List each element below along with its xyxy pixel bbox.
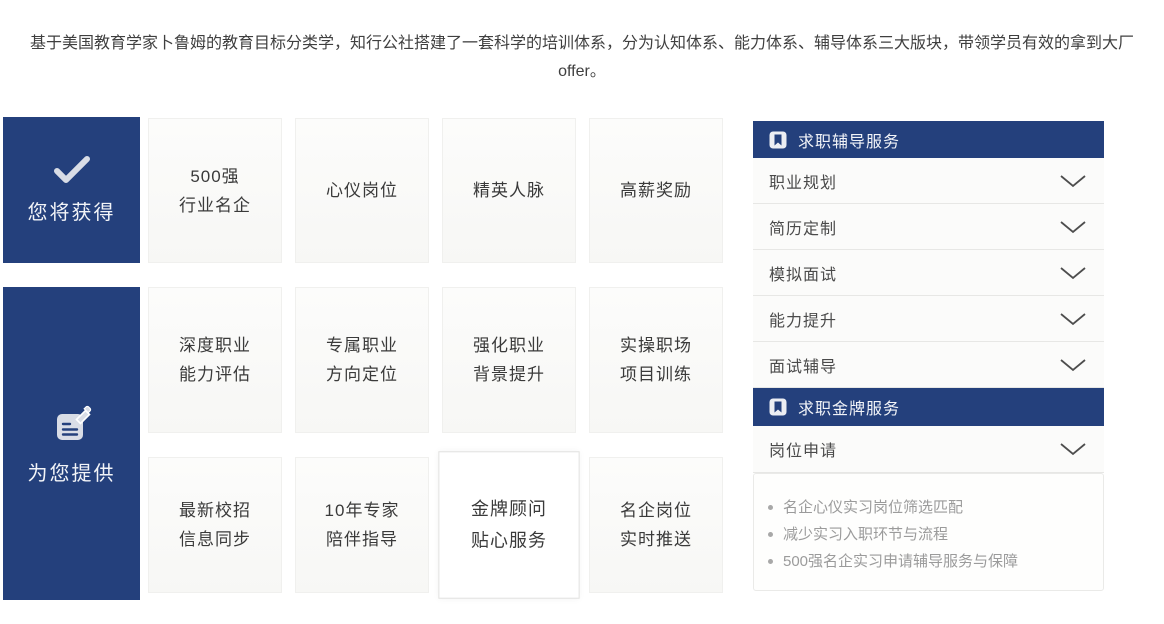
accordion-label: 岗位申请 [769, 437, 837, 461]
chevron-down-icon [1058, 174, 1088, 188]
benefit-card: 心仪岗位 [295, 118, 429, 263]
benefit-card: 深度职业 能力评估 [148, 287, 282, 433]
chevron-down-icon [1058, 312, 1088, 326]
accordion-label: 简历定制 [769, 215, 837, 239]
bullet-text: 减少实习入职环节与流程 [783, 521, 948, 548]
bullet-dot-icon [768, 532, 773, 537]
card-label: 强化职业 背景提升 [473, 331, 545, 389]
chevron-down-icon [1058, 442, 1088, 456]
card-label: 金牌顾问 贴心服务 [471, 494, 547, 557]
bullet-item: 减少实习入职环节与流程 [768, 521, 1103, 548]
card-label: 高薪奖励 [620, 176, 692, 205]
bullet-item: 500强名企实习申请辅导服务与保障 [768, 548, 1103, 575]
card-label: 最新校招 信息同步 [179, 496, 251, 554]
card-label: 专属职业 方向定位 [326, 331, 398, 389]
check-icon [53, 156, 91, 184]
card-label: 10年专家 陪伴指导 [325, 496, 400, 554]
bullet-list: 名企心仪实习岗位筛选匹配 减少实习入职环节与流程 500强名企实习申请辅导服务与… [768, 494, 1103, 575]
benefit-card: 专属职业 方向定位 [295, 287, 429, 433]
panel-header-gold-service: 求职金牌服务 [753, 388, 1104, 426]
benefit-card: 高薪奖励 [589, 118, 723, 263]
benefits-grid: 500强 行业名企 心仪岗位 精英人脉 高薪奖励 深度职业 能力评估 专属职业 … [148, 118, 723, 594]
edit-note-icon [50, 401, 94, 445]
benefit-card: 500强 行业名企 [148, 118, 282, 263]
accordion-item-mock-interview[interactable]: 模拟面试 [753, 250, 1104, 296]
benefit-card: 精英人脉 [442, 118, 576, 263]
card-label: 心仪岗位 [326, 176, 398, 205]
book-icon [769, 398, 787, 416]
benefit-card: 名企岗位 实时推送 [589, 457, 723, 593]
chevron-down-icon [1058, 220, 1088, 234]
accordion-label: 模拟面试 [769, 261, 837, 285]
accordion-item-interview-coaching[interactable]: 面试辅导 [753, 342, 1104, 388]
block-label: 您将获得 [28, 196, 116, 225]
bullet-text: 名企心仪实习岗位筛选匹配 [783, 494, 963, 521]
bullet-text: 500强名企实习申请辅导服务与保障 [783, 548, 1018, 575]
card-label: 深度职业 能力评估 [179, 331, 251, 389]
intro-text: 基于美国教育学家卜鲁姆的教育目标分类学，知行公社搭建了一套科学的培训体系，分为认… [0, 30, 1164, 86]
page: 基于美国教育学家卜鲁姆的教育目标分类学，知行公社搭建了一套科学的培训体系，分为认… [0, 0, 1164, 624]
block-label: 为您提供 [28, 457, 116, 486]
benefit-card: 实操职场 项目训练 [589, 287, 723, 433]
card-label: 500强 行业名企 [179, 162, 251, 220]
accordion-item-career-planning[interactable]: 职业规划 [753, 158, 1104, 204]
book-icon [769, 131, 787, 149]
accordion-label: 面试辅导 [769, 353, 837, 377]
benefit-card: 10年专家 陪伴指导 [295, 457, 429, 593]
accordion-item-job-application[interactable]: 岗位申请 [753, 426, 1104, 473]
bullet-dot-icon [768, 559, 773, 564]
accordion-item-resume-customization[interactable]: 简历定制 [753, 204, 1104, 250]
bullet-item: 名企心仪实习岗位筛选匹配 [768, 494, 1103, 521]
panel-title: 求职辅导服务 [798, 128, 900, 152]
benefit-card: 强化职业 背景提升 [442, 287, 576, 433]
accordion-label: 能力提升 [769, 307, 837, 331]
benefit-card: 最新校招 信息同步 [148, 457, 282, 593]
block-we-provide: 为您提供 [3, 287, 140, 600]
card-label: 精英人脉 [473, 176, 545, 205]
chevron-down-icon [1058, 358, 1088, 372]
accordion-label: 职业规划 [769, 169, 837, 193]
bullet-dot-icon [768, 505, 773, 510]
accordion-item-skill-improvement[interactable]: 能力提升 [753, 296, 1104, 342]
block-you-will-get: 您将获得 [3, 117, 140, 263]
benefit-card-highlighted: 金牌顾问 贴心服务 [438, 451, 579, 599]
card-label: 名企岗位 实时推送 [620, 496, 692, 554]
job-application-details: 名企心仪实习岗位筛选匹配 减少实习入职环节与流程 500强名企实习申请辅导服务与… [753, 473, 1104, 591]
panel-title: 求职金牌服务 [798, 395, 900, 419]
services-panel: 求职辅导服务 职业规划 简历定制 模拟面试 能力提升 面试辅导 [753, 121, 1104, 591]
chevron-down-icon [1058, 266, 1088, 280]
card-label: 实操职场 项目训练 [620, 331, 692, 389]
panel-header-coaching: 求职辅导服务 [753, 121, 1104, 158]
